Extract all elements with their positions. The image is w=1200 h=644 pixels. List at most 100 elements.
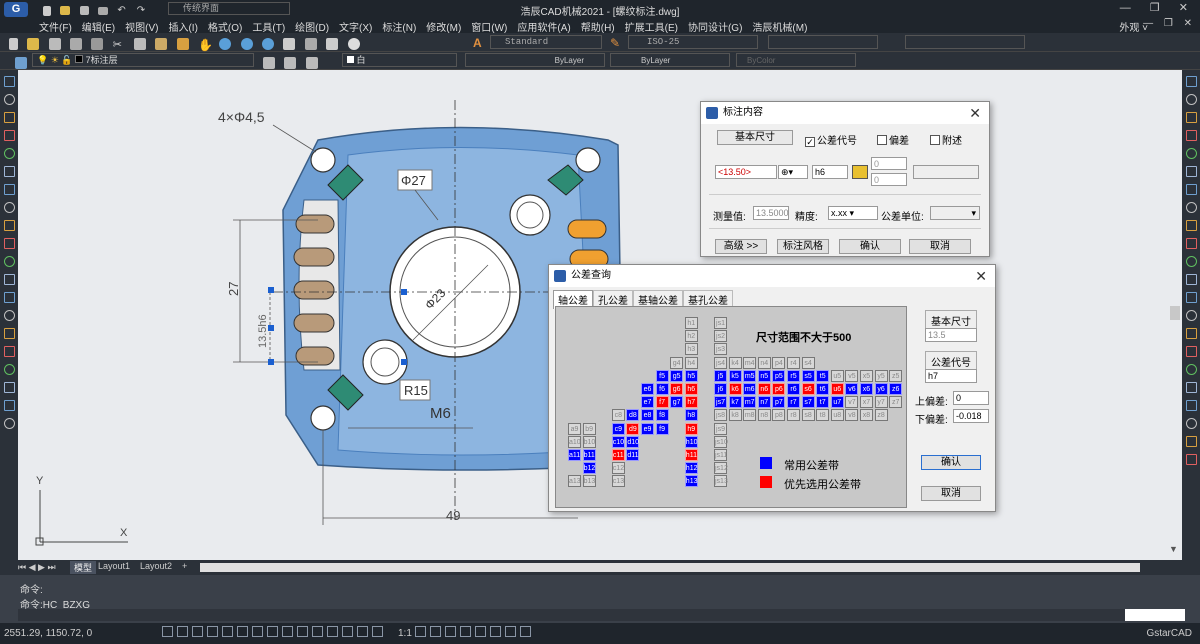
modify-tool-icon[interactable] [1185,166,1197,177]
tol-cell-c13[interactable]: c13 [611,475,625,488]
tol-cell-f8[interactable]: f8 [655,409,669,422]
draw-tool-icon[interactable] [3,184,15,195]
tol-cell-m5[interactable]: m5 [743,369,757,382]
status-toggle-icon[interactable] [520,626,531,637]
tol-cell-b11[interactable]: b11 [582,449,596,461]
menu-item[interactable]: 标注(N) [377,19,421,34]
tol-cell-s8[interactable]: s8 [801,409,815,422]
draw-tool-icon[interactable] [3,166,15,177]
tol-cell-js10[interactable]: js10 [714,435,728,448]
status-toggle-icon[interactable] [267,626,278,637]
tol-cell-h5[interactable]: h5 [684,369,698,382]
status-toggle-icon[interactable] [222,626,233,637]
modify-tool-icon[interactable] [1185,310,1197,321]
status-toggle-icon[interactable] [372,626,383,637]
modify-tool-icon[interactable] [1185,202,1197,213]
tol-cell-js9[interactable]: js9 [714,422,727,435]
status-toggle-icon[interactable] [312,626,323,637]
tol-cancel-button[interactable]: 取消 [921,486,981,501]
tol-cell-k8[interactable]: k8 [728,409,742,422]
cut-icon[interactable]: ✂ [113,38,125,51]
workspace-selector[interactable]: 传统界面 [168,2,290,15]
tol-cell-js4[interactable]: js4 [714,356,727,369]
tol-cell-js1[interactable]: js1 [714,317,727,329]
dim-style-select[interactable]: ISO-25 [628,35,758,49]
menu-item[interactable]: 帮助(H) [576,19,620,34]
draw-tool-icon[interactable] [3,94,15,105]
tol-cell-m7[interactable]: m7 [743,396,757,409]
tol-cell-p5[interactable]: p5 [772,369,786,382]
tol-cell-n4[interactable]: n4 [757,356,771,369]
draw-tool-icon[interactable] [3,328,15,339]
tol-cell-h12[interactable]: h12 [684,462,698,475]
draw-tool-icon[interactable] [3,220,15,231]
draw-tool-icon[interactable] [3,148,15,159]
preview-icon[interactable] [91,37,104,50]
tol-cell-b9[interactable]: b9 [582,422,596,435]
tol-cell-k4[interactable]: k4 [728,356,742,369]
modify-tool-icon[interactable] [1185,382,1197,393]
tol-cell-m8[interactable]: m8 [743,409,757,422]
tol-cell-p7[interactable]: p7 [772,396,786,409]
tol-cell-y7[interactable]: y7 [874,396,888,409]
menu-item[interactable]: 应用软件(A) [512,19,575,34]
plotstyle-select[interactable]: ByColor [736,53,856,67]
scroll-down-icon[interactable]: ▼ [1169,544,1178,554]
table-style-select[interactable] [768,35,878,49]
tab-model[interactable]: 模型 [70,561,97,574]
command-input[interactable] [18,609,1182,621]
tol-cell-c8[interactable]: c8 [611,409,625,422]
open-file-icon[interactable] [60,6,71,16]
tol-cell-r7[interactable]: r7 [787,396,800,409]
tol-cell-g6[interactable]: g6 [670,383,684,395]
tol-cell-g7[interactable]: g7 [670,396,684,409]
modify-tool-icon[interactable] [1185,292,1197,303]
modify-tool-icon[interactable] [1185,148,1197,159]
code-field[interactable]: h7 [925,369,977,383]
tol-cell-f7[interactable]: f7 [655,396,669,409]
tol-cell-m6[interactable]: m6 [743,383,757,395]
tol-cell-h4[interactable]: h4 [684,356,698,369]
status-toggle-icon[interactable] [237,626,248,637]
status-toggle-icon[interactable] [177,626,188,637]
tab-layout2[interactable]: Layout2 [140,561,172,571]
modify-tool-icon[interactable] [1185,364,1197,375]
tol-cell-h1[interactable]: h1 [684,317,698,329]
menu-item[interactable]: 扩展工具(E) [620,19,683,34]
status-toggle-icon[interactable] [282,626,293,637]
command-scrollbar[interactable] [1125,609,1185,621]
layer-manager-icon[interactable] [15,56,27,69]
tab-layout1[interactable]: Layout1 [98,561,130,571]
tol-cell-z5[interactable]: z5 [889,369,903,382]
base-dim-button[interactable]: 基本尺寸 [717,130,793,145]
tol-cell-t5[interactable]: t5 [816,369,830,382]
status-toggle-icon[interactable] [415,626,426,637]
status-toggle-icon[interactable] [327,626,338,637]
unit-select[interactable]: ▾ [930,206,980,220]
tol-cell-x8[interactable]: x8 [860,409,873,422]
tol-cell-n7[interactable]: n7 [757,396,771,409]
tol-cell-n6[interactable]: n6 [757,383,771,395]
multileader-style-select[interactable] [905,35,1025,49]
menu-item[interactable]: 编辑(E) [77,19,120,34]
draw-tool-icon[interactable] [3,292,15,303]
menu-item[interactable]: 文字(X) [334,19,377,34]
tol-cell-h13[interactable]: h13 [684,475,698,488]
status-toggle-icon[interactable] [162,626,173,637]
upper-field[interactable]: 0 [953,391,989,405]
zoom-icon[interactable] [219,37,232,50]
properties-icon[interactable] [283,37,296,50]
modify-tool-icon[interactable] [1185,274,1197,285]
new-file-icon[interactable] [43,5,51,16]
status-toggle-icon[interactable] [342,626,353,637]
status-toggle-icon[interactable] [207,626,218,637]
tol-cell-js7[interactable]: js7 [714,396,727,409]
save-icon[interactable] [48,37,61,50]
status-toggle-icon[interactable] [445,626,456,637]
tol-cell-a11[interactable]: a11 [568,449,581,461]
attach-checkbox[interactable]: 附述 [930,132,962,147]
vertical-scroll-thumb[interactable] [1170,306,1180,320]
menu-item[interactable]: 浩辰机械(M) [747,19,812,34]
draw-tool-icon[interactable] [3,130,15,141]
tol-cell-u8[interactable]: u8 [830,409,844,422]
